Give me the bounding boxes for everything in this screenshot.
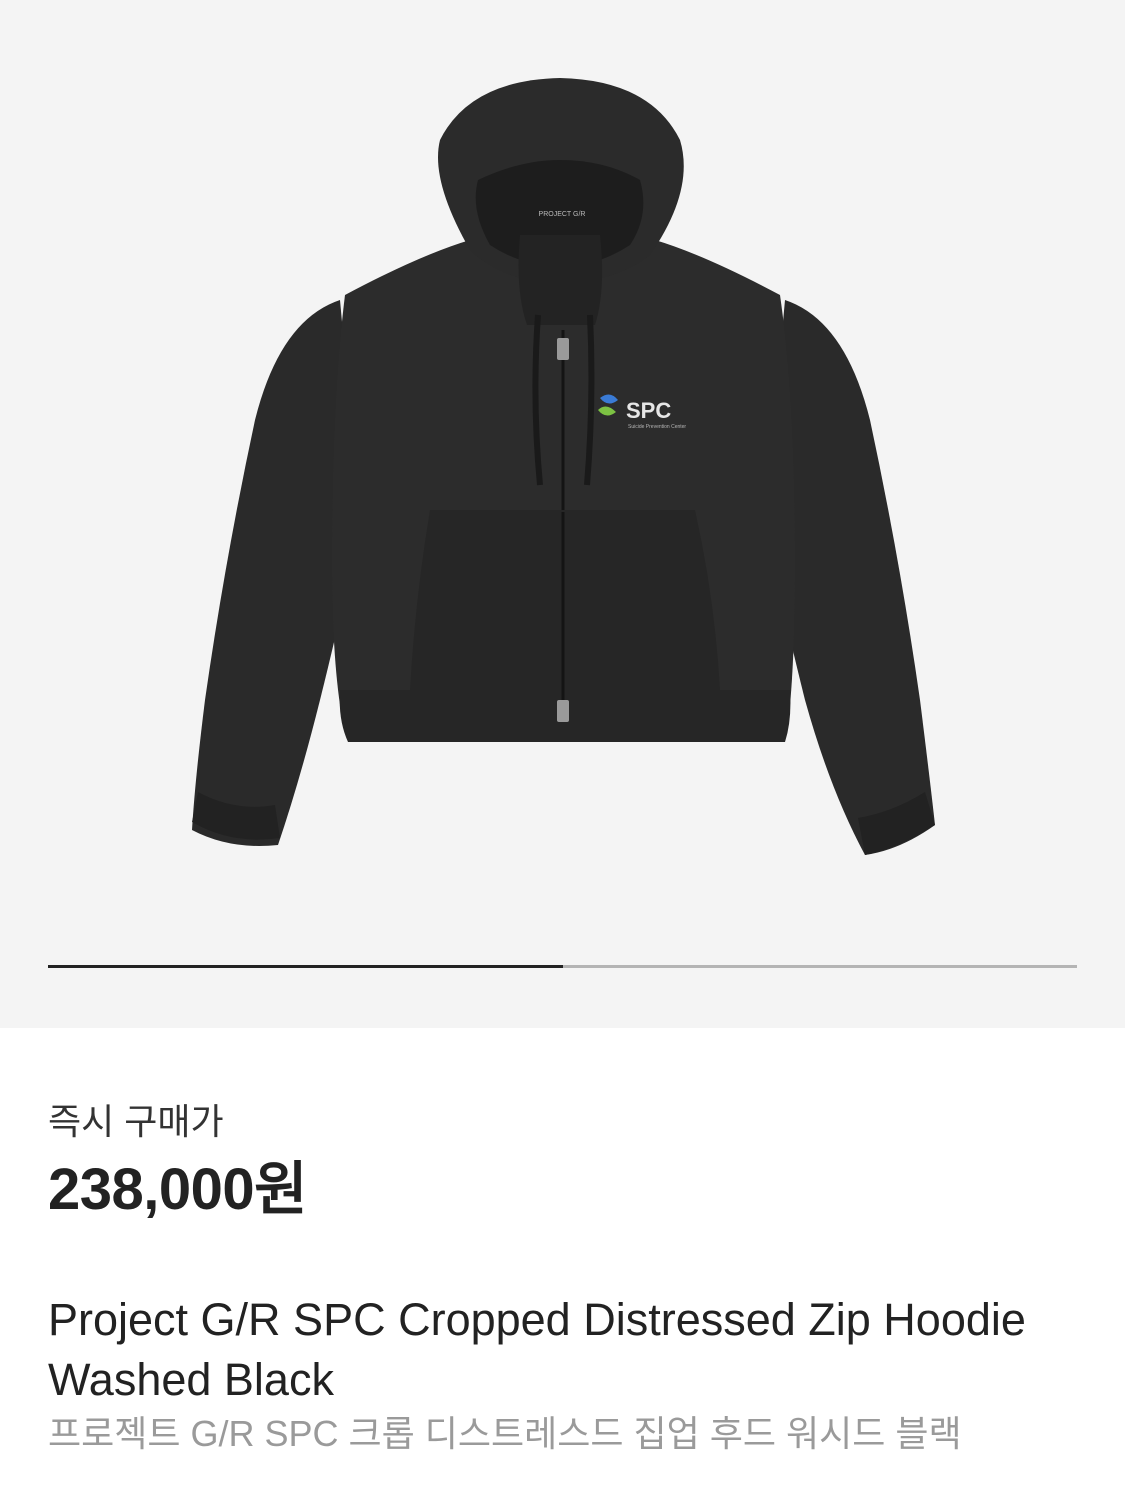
price-label: 즉시 구매가 — [48, 1101, 224, 1142]
hood-label: PROJECT G/R — [539, 211, 586, 218]
product-title-en: Project G/R SPC Cropped Distressed Zip H… — [48, 1294, 1026, 1405]
image-pager-progress — [48, 965, 563, 968]
product-image[interactable]: PROJECT G/R SPC Suicide Prevention Cente… — [0, 0, 1125, 940]
image-pager-track — [48, 965, 1077, 968]
product-title-ko: 프로젝트 G/R SPC 크롭 디스트레스드 집업 후드 워시드 블랙 — [48, 1413, 962, 1454]
logo-subtext: Suicide Prevention Center — [628, 424, 686, 430]
product-image-gallery[interactable]: PROJECT G/R SPC Suicide Prevention Cente… — [0, 0, 1125, 1028]
hoodie-illustration: PROJECT G/R SPC Suicide Prevention Cente… — [192, 78, 935, 855]
price: 238,000원 — [48, 1157, 308, 1222]
logo-text: SPC — [626, 398, 671, 423]
